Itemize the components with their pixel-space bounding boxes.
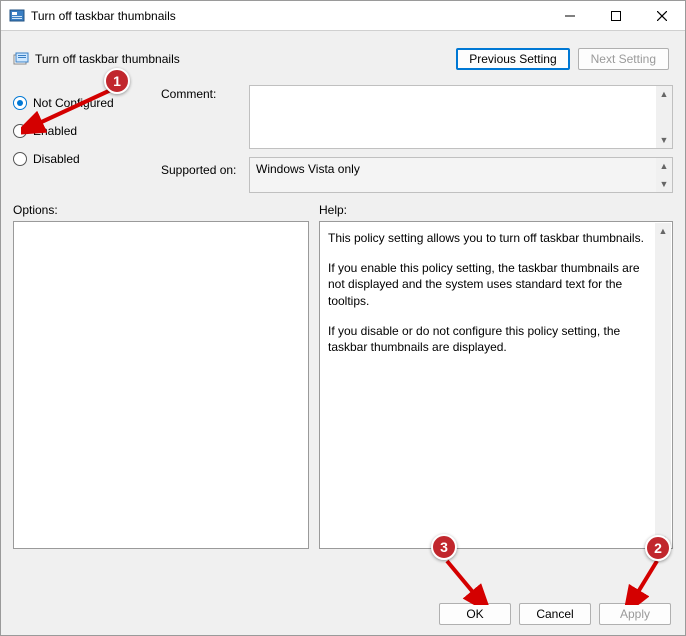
radio-indicator-icon (13, 152, 27, 166)
state-radio-group: Not Configured Enabled Disabled (13, 85, 161, 193)
titlebar: Turn off taskbar thumbnails (1, 1, 685, 31)
mid-labels: Options: Help: (1, 193, 685, 221)
annotation-arrow-3 (439, 557, 499, 605)
help-paragraph: If you disable or do not configure this … (328, 323, 648, 355)
scroll-up-icon[interactable]: ▲ (656, 158, 672, 174)
annotation-arrow-2 (617, 557, 667, 605)
comment-label: Comment: (161, 85, 249, 101)
ok-button[interactable]: OK (439, 603, 511, 625)
help-paragraph: This policy setting allows you to turn o… (328, 230, 648, 246)
radio-label: Not Configured (33, 96, 114, 110)
radio-label: Disabled (33, 152, 80, 166)
help-pane: This policy setting allows you to turn o… (319, 221, 673, 549)
radio-indicator-icon (13, 96, 27, 110)
scroll-down-icon[interactable]: ▼ (656, 132, 672, 148)
comment-scrollbar[interactable]: ▲ ▼ (656, 86, 672, 148)
supported-label: Supported on: (161, 157, 249, 177)
maximize-button[interactable] (593, 1, 639, 31)
dialog-window: Turn off taskbar thumbnails Turn off tas… (0, 0, 686, 636)
comment-input[interactable]: ▲ ▼ (249, 85, 673, 149)
supported-on-field: Windows Vista only ▲ ▼ (249, 157, 673, 193)
radio-enabled[interactable]: Enabled (13, 117, 161, 145)
policy-setting-icon (13, 51, 29, 67)
minimize-button[interactable] (547, 1, 593, 31)
options-label: Options: (13, 203, 319, 217)
window-title: Turn off taskbar thumbnails (31, 9, 547, 23)
scroll-down-icon[interactable]: ▼ (656, 176, 672, 192)
radio-not-configured[interactable]: Not Configured (13, 89, 161, 117)
supported-scrollbar[interactable]: ▲ ▼ (656, 158, 672, 192)
bottom-button-bar: OK Cancel Apply (439, 603, 671, 625)
header-row: Turn off taskbar thumbnails Previous Set… (1, 31, 685, 77)
close-button[interactable] (639, 1, 685, 31)
scroll-down-icon[interactable]: ▼ (655, 531, 671, 547)
lower-section: This policy setting allows you to turn o… (1, 221, 685, 549)
help-paragraph: If you enable this policy setting, the t… (328, 260, 648, 309)
scroll-up-icon[interactable]: ▲ (655, 223, 671, 239)
previous-setting-button[interactable]: Previous Setting (456, 48, 569, 70)
next-setting-button[interactable]: Next Setting (578, 48, 669, 70)
options-pane (13, 221, 309, 549)
radio-label: Enabled (33, 124, 77, 138)
window-controls (547, 1, 685, 30)
radio-disabled[interactable]: Disabled (13, 145, 161, 173)
policy-name: Turn off taskbar thumbnails (35, 52, 456, 66)
upper-section: Not Configured Enabled Disabled Comment:… (1, 77, 685, 193)
form-area: Comment: ▲ ▼ Supported on: Windows Vista… (161, 85, 673, 193)
supported-on-value: Windows Vista only (256, 162, 360, 176)
radio-indicator-icon (13, 124, 27, 138)
nav-buttons: Previous Setting Next Setting (456, 48, 669, 70)
apply-button[interactable]: Apply (599, 603, 671, 625)
cancel-button[interactable]: Cancel (519, 603, 591, 625)
help-scrollbar[interactable]: ▲ ▼ (655, 223, 671, 547)
scroll-up-icon[interactable]: ▲ (656, 86, 672, 102)
policy-icon (9, 8, 25, 24)
help-label: Help: (319, 203, 673, 217)
